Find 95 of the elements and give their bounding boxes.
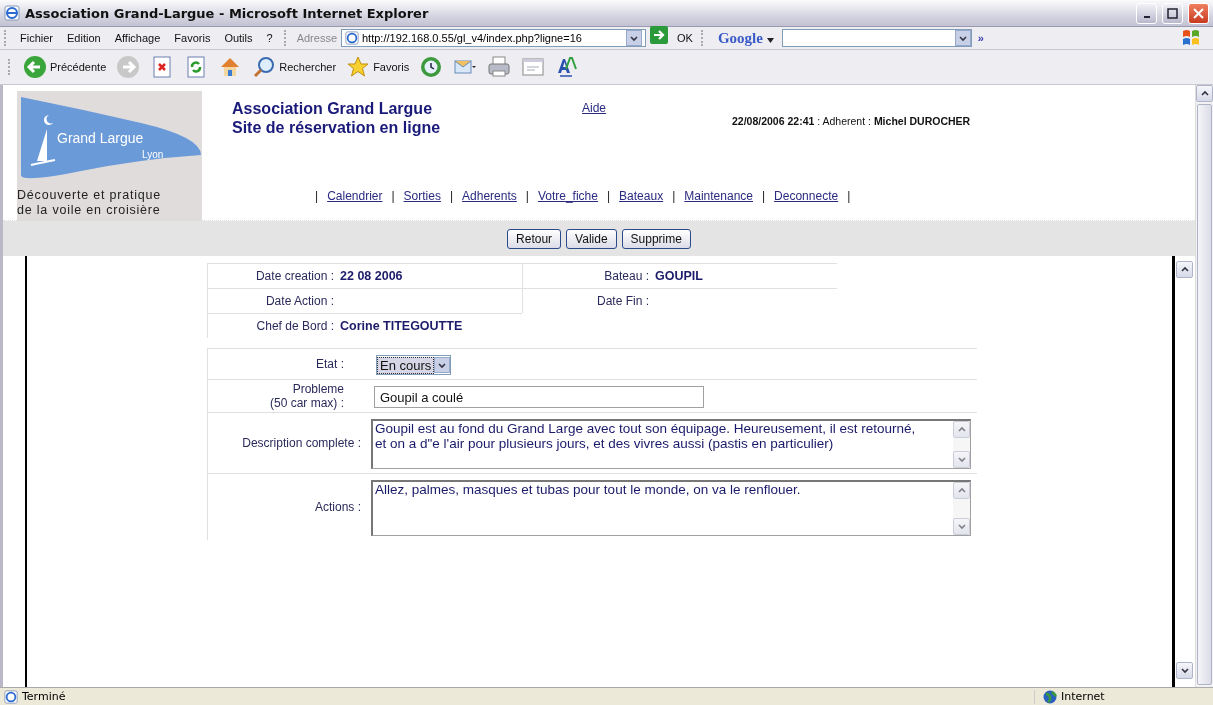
notepad-icon bbox=[521, 55, 546, 79]
status-dropdown[interactable]: En cours bbox=[376, 355, 452, 375]
globe-icon bbox=[1043, 689, 1057, 704]
nav-link[interactable]: Adherents bbox=[462, 189, 517, 203]
font-size-icon bbox=[555, 55, 580, 79]
menu-item[interactable]: Affichage bbox=[107, 32, 168, 44]
chevron-up-icon bbox=[956, 425, 967, 434]
scroll-down-button[interactable] bbox=[1176, 662, 1193, 679]
nav-separator: | bbox=[672, 189, 676, 203]
minimize-button[interactable] bbox=[1136, 2, 1157, 24]
tagline: Découverte et pratique bbox=[17, 188, 163, 203]
form-button[interactable]: Valide bbox=[566, 228, 617, 249]
scrollbar[interactable] bbox=[1195, 85, 1213, 687]
tagline: de la voile en croisière bbox=[17, 203, 162, 218]
form-button[interactable]: Supprime bbox=[621, 228, 691, 249]
printer-icon bbox=[487, 55, 512, 79]
address-label: Adresse bbox=[295, 32, 338, 44]
scroll-up-button[interactable] bbox=[953, 482, 970, 499]
field-value: GOUPIL bbox=[655, 269, 703, 283]
text-area[interactable]: Allez, palmes, masques et tubas pour tout le monde, on va le renflouer. bbox=[371, 480, 971, 536]
page-icon bbox=[4, 689, 18, 704]
text-area[interactable]: Goupil est au fond du Grand Large avec tout son équipage. Heureusement, il est retourné, et on a d"e l'air pour plusieurs jours, et des vivres aussi (pastis en particulier) bbox=[371, 419, 971, 469]
status-text: Terminé bbox=[22, 690, 66, 703]
scroll-up-button[interactable] bbox=[1176, 261, 1193, 278]
security-zone: Internet bbox=[1061, 690, 1105, 703]
field-label: Etat : bbox=[316, 357, 344, 371]
nav-link[interactable]: Deconnecte bbox=[774, 189, 839, 203]
field-label: Date creation : bbox=[254, 269, 335, 283]
field-label: Probleme bbox=[292, 382, 344, 396]
session-info: 22/08/2006 22:41 : Adherent : Michel DUROCHER bbox=[732, 114, 971, 129]
nav-separator: | bbox=[391, 189, 395, 203]
google-toolbar-button[interactable]: Google bbox=[709, 29, 782, 47]
field-label: Description complete : bbox=[242, 436, 361, 450]
scroll-down-button[interactable] bbox=[953, 451, 970, 468]
form-button[interactable]: Retour bbox=[507, 228, 562, 249]
chevron-down-icon bbox=[956, 522, 967, 531]
nav-link[interactable]: Sorties bbox=[403, 189, 441, 203]
field-label: (50 car max) : bbox=[270, 396, 344, 410]
nav-link[interactable]: Maintenance bbox=[684, 189, 753, 203]
menu-item[interactable]: Fichier bbox=[13, 32, 60, 44]
nav-link[interactable]: Bateaux bbox=[619, 189, 664, 203]
back-button[interactable]: Précédente bbox=[19, 53, 111, 81]
chevron-down-icon bbox=[1179, 666, 1190, 675]
field-label: Bateau : bbox=[603, 269, 650, 283]
search-icon bbox=[252, 55, 277, 79]
scroll-down-button[interactable] bbox=[953, 518, 970, 535]
help-link[interactable]: Aide bbox=[582, 101, 607, 115]
chevron-down-icon bbox=[956, 455, 967, 464]
close-button[interactable] bbox=[1188, 2, 1209, 24]
clock-icon bbox=[419, 55, 444, 79]
more-button[interactable]: » bbox=[971, 32, 990, 44]
nav-separator: | bbox=[847, 189, 851, 203]
windows-logo-icon bbox=[1181, 29, 1201, 47]
logo-name: Grand Largue bbox=[57, 130, 144, 146]
nav-link[interactable]: Votre_fiche bbox=[537, 189, 598, 203]
nav-separator: | bbox=[606, 189, 611, 203]
menu-item[interactable]: ? bbox=[259, 32, 280, 44]
close-icon bbox=[1193, 7, 1204, 19]
chevron-up-icon bbox=[1179, 265, 1190, 274]
nav-separator: | bbox=[762, 189, 766, 203]
search-field[interactable] bbox=[781, 29, 972, 47]
scroll-up-button[interactable] bbox=[953, 421, 970, 438]
field-label: Date Fin : bbox=[595, 294, 650, 308]
field-label: Date Action : bbox=[264, 294, 335, 308]
browser-icon bbox=[4, 5, 20, 21]
favorites-button[interactable]: Favoris bbox=[342, 53, 414, 81]
chevron-up-icon bbox=[1199, 89, 1210, 98]
page-icon bbox=[345, 31, 359, 45]
field-label: Chef de Bord : bbox=[255, 319, 335, 333]
chevron-down-icon bbox=[437, 360, 448, 370]
search-button[interactable]: Rechercher bbox=[248, 53, 341, 81]
address-field[interactable]: http://192.168.0.55/gl_v4/index.php?ligne=16 bbox=[341, 29, 646, 47]
chevron-down-icon bbox=[629, 33, 639, 43]
maximize-button[interactable] bbox=[1162, 2, 1183, 24]
problem-field[interactable]: Goupil a coulé bbox=[374, 386, 704, 408]
site-title: Association Grand Largue bbox=[232, 99, 434, 118]
menu-item[interactable]: Outils bbox=[217, 32, 260, 44]
menu-item[interactable]: Favoris bbox=[167, 32, 218, 44]
logo-city: Lyon bbox=[142, 149, 164, 160]
chevron-up-icon bbox=[956, 486, 967, 495]
nav-separator: | bbox=[315, 189, 319, 203]
nav-separator: | bbox=[525, 189, 529, 203]
chevron-down-icon bbox=[957, 33, 968, 43]
star-icon bbox=[346, 55, 371, 79]
caret-icon bbox=[766, 37, 774, 43]
field-label: Actions : bbox=[314, 500, 361, 514]
nav-separator: | bbox=[449, 189, 454, 203]
maximize-icon bbox=[1167, 7, 1178, 19]
site-title: Site de réservation en ligne bbox=[232, 118, 442, 137]
field-value: Corine TITEGOUTTE bbox=[340, 319, 463, 333]
window-title: Association Grand-Largue - Microsoft Internet Explorer bbox=[25, 5, 430, 21]
menu-item[interactable]: Edition bbox=[60, 32, 108, 44]
field-value: 22 08 2006 bbox=[340, 269, 403, 283]
nav-link[interactable]: Calendrier bbox=[327, 189, 383, 203]
minimize-icon bbox=[1143, 16, 1150, 18]
